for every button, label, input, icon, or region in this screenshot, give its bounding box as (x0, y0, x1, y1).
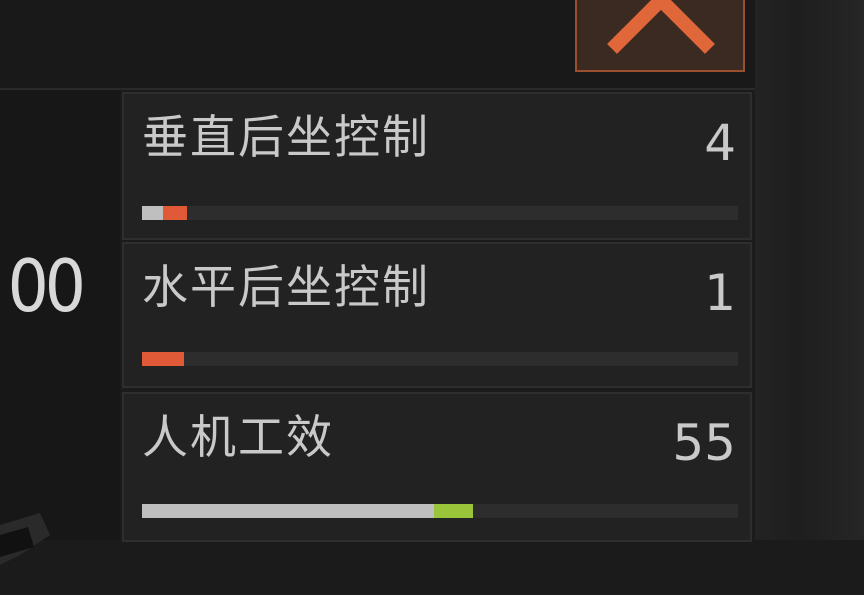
stat-bar-base (142, 206, 163, 220)
left-stat-value: 00 (7, 244, 86, 328)
left-weapon-panel: 00 (0, 90, 120, 565)
stat-bar-delta (142, 352, 184, 366)
stat-bar-base (142, 504, 434, 518)
stat-row-horizontal-recoil: 水平后坐控制 1 (122, 242, 752, 388)
close-button[interactable] (575, 0, 745, 72)
stat-bar-delta (163, 206, 187, 220)
stats-list: 垂直后坐控制 4 水平后坐控制 1 人机工效 55 (122, 92, 754, 542)
close-x-icon (607, 0, 715, 54)
stat-bar-track (142, 352, 738, 366)
stat-label: 人机工效 (142, 410, 334, 464)
weapon-part-image (0, 513, 50, 565)
stat-bar-track (142, 206, 738, 220)
stat-value: 4 (704, 114, 736, 172)
stat-value: 1 (704, 264, 736, 322)
stat-value: 55 (672, 414, 736, 472)
stat-label: 垂直后坐控制 (142, 110, 430, 164)
stat-row-ergonomics: 人机工效 55 (122, 392, 752, 542)
stat-bar-track (142, 504, 738, 518)
stat-bar-delta (434, 504, 473, 518)
stat-row-vertical-recoil: 垂直后坐控制 4 (122, 92, 752, 240)
right-side-panel (755, 0, 864, 540)
stat-label: 水平后坐控制 (142, 260, 430, 314)
